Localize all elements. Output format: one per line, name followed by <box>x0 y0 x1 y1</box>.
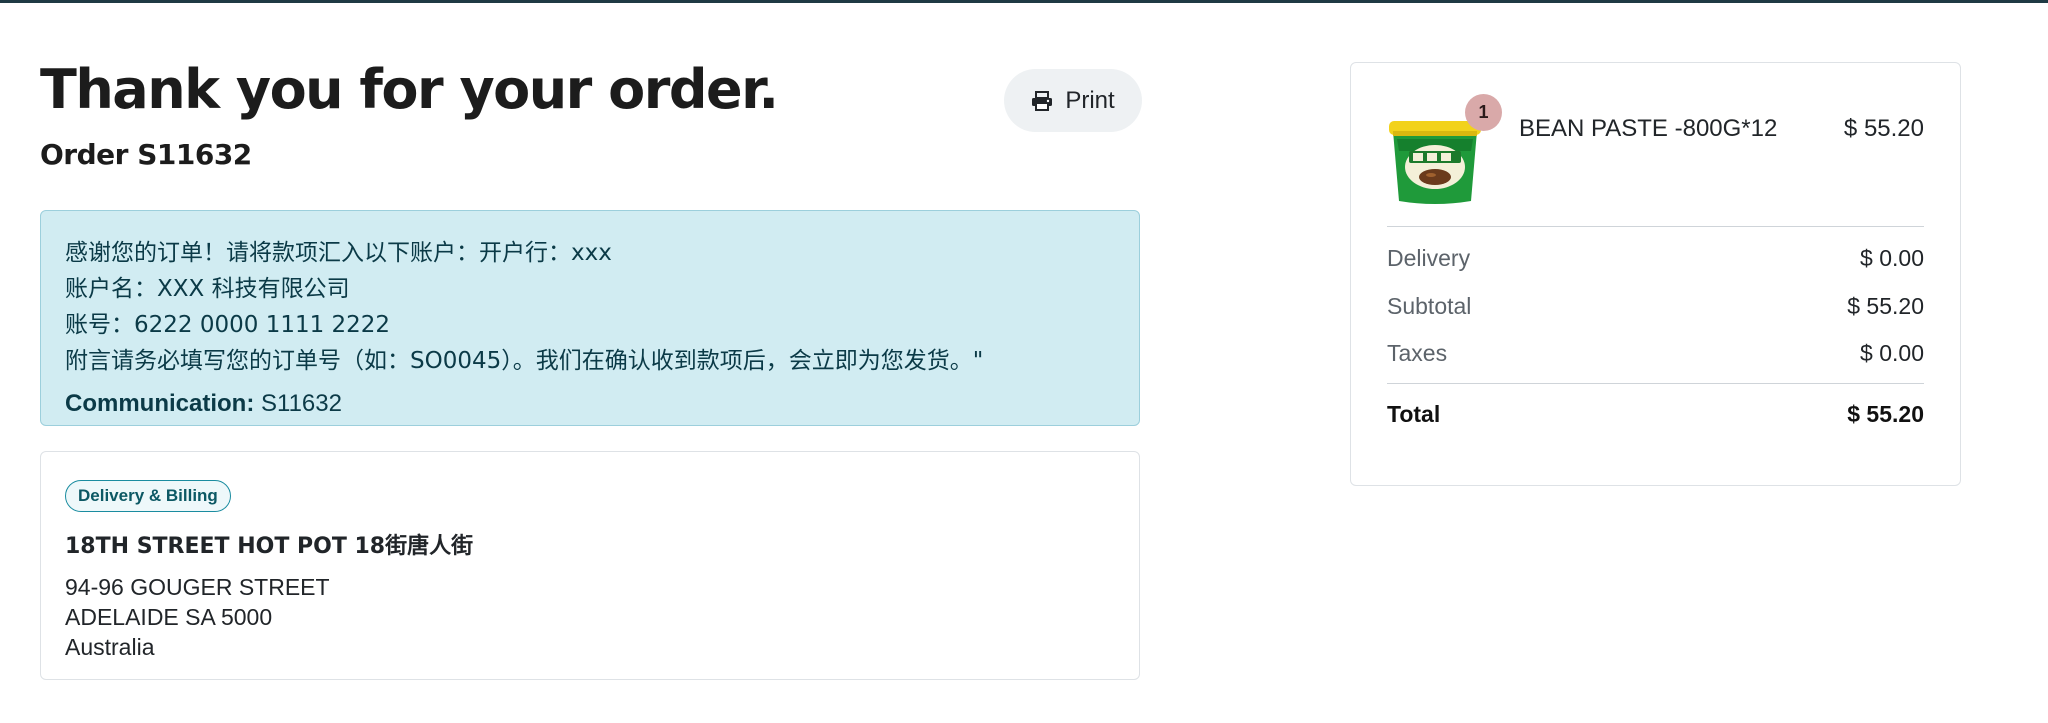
total-value: $ 55.20 <box>1847 401 1924 427</box>
delivery-billing-badge: Delivery & Billing <box>65 480 231 512</box>
communication: Communication: S11632 <box>65 390 1115 418</box>
row-label: Subtotal <box>1387 293 1472 319</box>
printer-icon <box>1031 90 1053 111</box>
communication-label: Communication: <box>65 390 255 417</box>
address-line: Australia <box>65 634 155 660</box>
payment-line: 账号：6222 0000 1111 2222 <box>65 312 391 338</box>
row-value: $ 0.00 <box>1860 245 1924 271</box>
divider <box>1387 226 1924 227</box>
subtotal-row: Subtotal $ 55.20 <box>1387 293 1924 320</box>
print-label: Print <box>1065 86 1115 114</box>
order-number: Order S11632 <box>40 138 252 171</box>
product-price: $ 55.20 <box>1843 115 1924 142</box>
payment-line: 账户名：XXX 科技有限公司 <box>65 276 350 302</box>
address-name: 18TH STREET HOT POT 18街唐人街 <box>65 534 474 559</box>
address-card: Delivery & Billing 18TH STREET HOT POT 1… <box>40 451 1140 680</box>
payment-instructions: 感谢您的订单！请将款项汇入以下账户：开户行：xxx 账户名：XXX 科技有限公司… <box>40 210 1140 426</box>
page-title: Thank you for your order. <box>40 58 779 121</box>
address-line: 94-96 GOUGER STREET <box>65 574 330 600</box>
total-row: Total $ 55.20 <box>1387 401 1924 428</box>
address-line: ADELAIDE SA 5000 <box>65 604 273 630</box>
row-label: Taxes <box>1387 340 1448 366</box>
bean-paste-tub-icon[interactable] <box>1387 115 1483 207</box>
delivery-row: Delivery $ 0.00 <box>1387 245 1924 272</box>
payment-line: 感谢您的订单！请将款项汇入以下账户：开户行：xxx <box>65 240 612 266</box>
taxes-row: Taxes $ 0.00 <box>1387 340 1924 367</box>
print-button[interactable]: Print <box>1004 69 1142 132</box>
row-value: $ 55.20 <box>1847 293 1924 319</box>
order-summary: 1 BEAN PASTE -800G*12 $ 55.20 Delivery $… <box>1350 62 1961 486</box>
row-value: $ 0.00 <box>1860 340 1924 366</box>
divider <box>1387 383 1924 384</box>
row-label: Delivery <box>1387 245 1471 271</box>
address-lines: 94-96 GOUGER STREET ADELAIDE SA 5000 Aus… <box>65 572 1115 662</box>
payment-line: 附言请务必填写您的订单号（如：SO0045）。我们在确认收到款项后，会立即为您发… <box>65 348 984 374</box>
top-rule <box>0 0 2048 3</box>
communication-value: S11632 <box>261 390 342 417</box>
quantity-badge: 1 <box>1465 94 1502 131</box>
product-name[interactable]: BEAN PASTE -800G*12 <box>1519 115 1777 143</box>
total-label: Total <box>1387 401 1441 427</box>
